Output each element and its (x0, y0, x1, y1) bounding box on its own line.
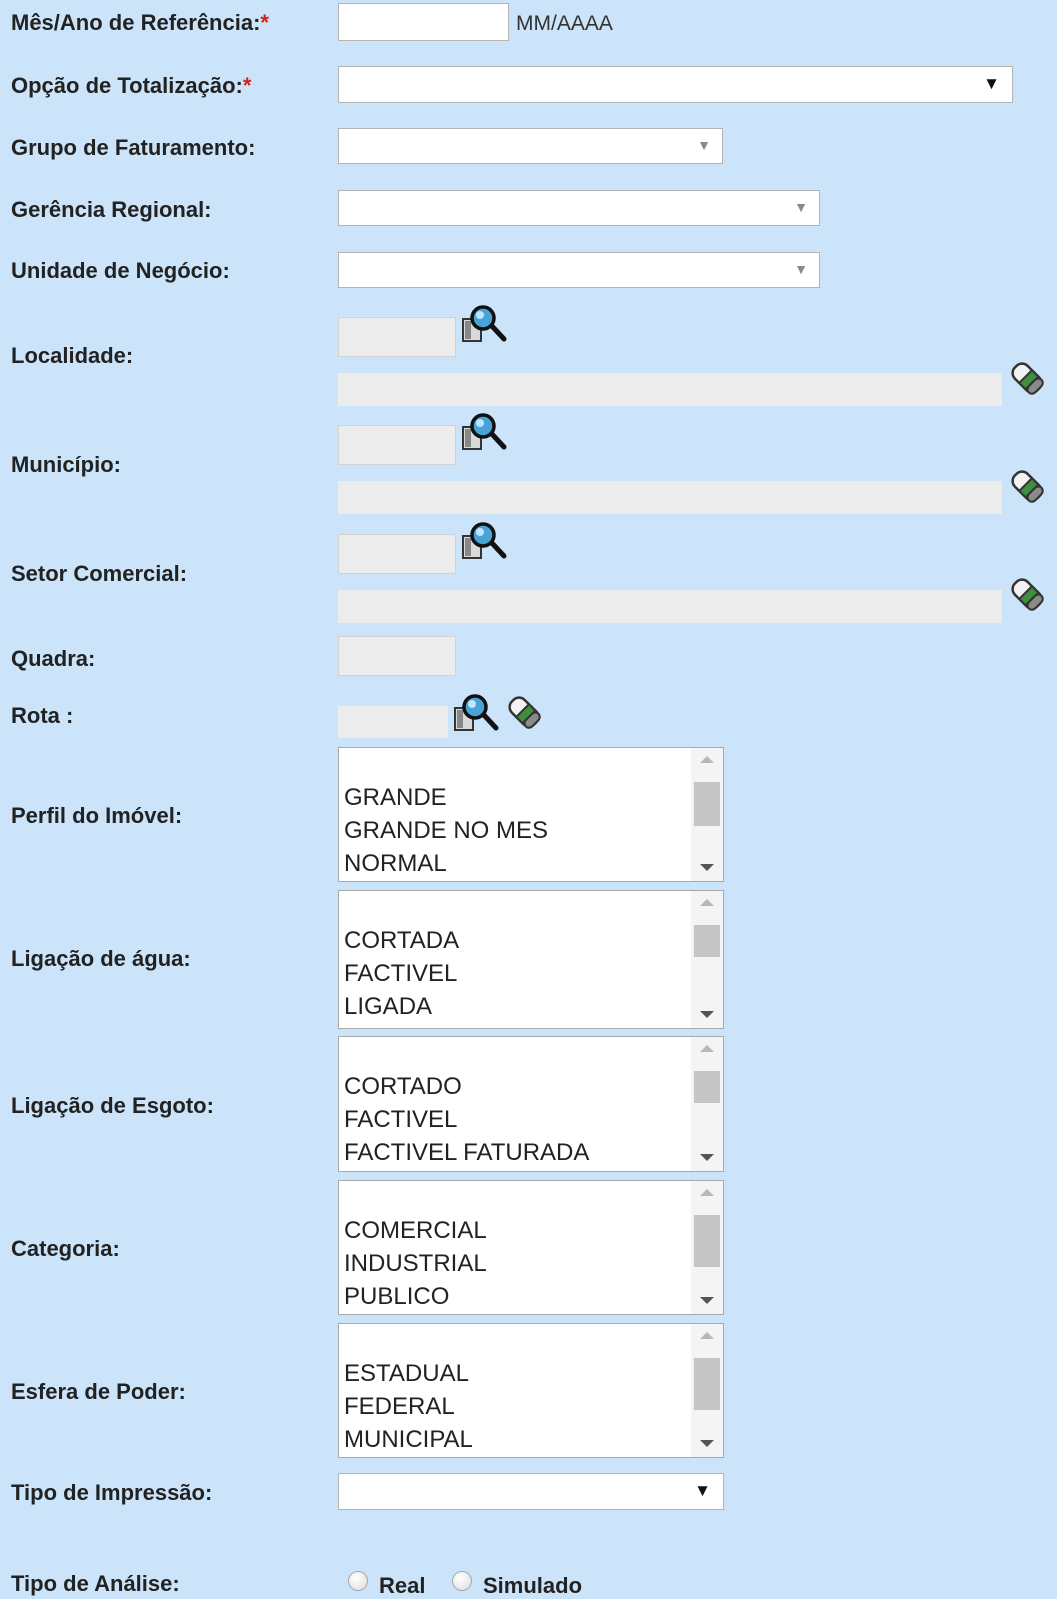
list-option[interactable]: FACTIVEL FATURADA (344, 1136, 589, 1169)
list-option[interactable]: FACTIVEL (344, 1103, 589, 1136)
categoria-label: Categoria: (11, 1236, 120, 1261)
municipio-description (338, 481, 1002, 514)
tipo-impressao-select[interactable]: ▼ (338, 1473, 724, 1510)
list-option[interactable]: PUBLICO (344, 1280, 487, 1313)
dropdown-arrow-icon: ▼ (794, 199, 808, 215)
tipo-analise-label: Tipo de Análise: (11, 1571, 180, 1596)
localidade-clear-icon[interactable] (1010, 360, 1044, 396)
scroll-down-arrow-icon[interactable] (700, 864, 714, 871)
scroll-thumb[interactable] (694, 1215, 720, 1267)
scroll-up-arrow-icon[interactable] (700, 756, 714, 763)
radio-simulado-label[interactable]: Simulado (483, 1573, 582, 1599)
mes-ano-label: Mês/Ano de Referência:* (11, 10, 269, 35)
list-option[interactable]: MUNICIPAL (344, 1423, 473, 1456)
municipio-search-icon[interactable] (461, 413, 507, 453)
perfil-imovel-label: Perfil do Imóvel: (11, 803, 183, 828)
categoria-listbox[interactable]: COMERCIAL INDUSTRIAL PUBLICO (338, 1180, 724, 1315)
scroll-down-arrow-icon[interactable] (700, 1154, 714, 1161)
opcao-totalizacao-select[interactable]: ▼ (338, 66, 1013, 103)
scroll-down-arrow-icon[interactable] (700, 1440, 714, 1447)
list-option[interactable]: INDUSTRIAL (344, 1247, 487, 1280)
rota-label: Rota : (11, 703, 74, 728)
scroll-thumb[interactable] (694, 1071, 720, 1103)
mes-ano-format-hint: MM/AAAA (516, 12, 613, 35)
municipio-label: Município: (11, 452, 121, 477)
ligacao-agua-label: Ligação de água: (11, 946, 191, 971)
radio-real[interactable] (348, 1571, 368, 1591)
quadra-input[interactable] (338, 636, 456, 676)
scroll-thumb[interactable] (694, 1358, 720, 1410)
municipio-code-input[interactable] (338, 425, 456, 465)
scroll-up-arrow-icon[interactable] (700, 1189, 714, 1196)
esfera-poder-label: Esfera de Poder: (11, 1379, 186, 1404)
list-option[interactable]: LIGADA (344, 990, 459, 1023)
rota-search-icon[interactable] (453, 694, 499, 734)
listbox-scrollbar[interactable] (691, 1037, 723, 1171)
grupo-faturamento-select[interactable]: ▼ (338, 128, 723, 164)
setor-comercial-code-input[interactable] (338, 534, 456, 574)
listbox-scrollbar[interactable] (691, 1181, 723, 1314)
ligacao-esgoto-listbox[interactable]: CORTADO FACTIVEL FACTIVEL FATURADA (338, 1036, 724, 1172)
setor-comercial-clear-icon[interactable] (1010, 576, 1044, 612)
listbox-scrollbar[interactable] (691, 748, 723, 881)
list-option[interactable]: NORMAL (344, 847, 548, 880)
required-mark: * (260, 10, 269, 35)
tipo-impressao-label: Tipo de Impressão: (11, 1480, 213, 1505)
localidade-label: Localidade: (11, 343, 134, 368)
setor-comercial-label: Setor Comercial: (11, 561, 188, 586)
list-option[interactable]: FACTIVEL (344, 957, 459, 990)
list-option[interactable]: GRANDE (344, 781, 548, 814)
list-option[interactable]: CORTADO (344, 1070, 589, 1103)
scroll-thumb[interactable] (694, 925, 720, 957)
listbox-scrollbar[interactable] (691, 891, 723, 1028)
grupo-faturamento-label: Grupo de Faturamento: (11, 135, 256, 160)
dropdown-arrow-icon: ▼ (794, 261, 808, 277)
list-option[interactable]: GRANDE NO MES (344, 814, 548, 847)
required-mark: * (242, 73, 252, 98)
dropdown-arrow-icon: ▼ (694, 1481, 711, 1500)
list-option[interactable]: CORTADA (344, 924, 459, 957)
rota-clear-icon[interactable] (507, 694, 541, 730)
rota-input[interactable] (338, 706, 448, 738)
perfil-imovel-listbox[interactable]: GRANDE GRANDE NO MES NORMAL (338, 747, 724, 882)
listbox-scrollbar[interactable] (691, 1324, 723, 1457)
list-option[interactable]: COMERCIAL (344, 1214, 487, 1247)
localidade-description (338, 373, 1002, 406)
radio-simulado[interactable] (452, 1571, 472, 1591)
scroll-thumb[interactable] (694, 782, 720, 826)
esfera-poder-listbox[interactable]: ESTADUAL FEDERAL MUNICIPAL (338, 1323, 724, 1458)
localidade-code-input[interactable] (338, 317, 456, 357)
quadra-label: Quadra: (11, 646, 96, 671)
scroll-up-arrow-icon[interactable] (700, 1045, 714, 1052)
unidade-negocio-label: Unidade de Negócio: (11, 258, 230, 283)
gerencia-regional-label: Gerência Regional: (11, 197, 212, 222)
scroll-down-arrow-icon[interactable] (700, 1011, 714, 1018)
unidade-negocio-select[interactable]: ▼ (338, 252, 820, 288)
mes-ano-input[interactable] (338, 3, 509, 41)
ligacao-agua-listbox[interactable]: CORTADA FACTIVEL LIGADA (338, 890, 724, 1029)
municipio-clear-icon[interactable] (1010, 468, 1044, 504)
setor-comercial-search-icon[interactable] (461, 522, 507, 562)
ligacao-esgoto-label: Ligação de Esgoto: (11, 1093, 214, 1118)
dropdown-arrow-icon: ▼ (983, 74, 1000, 93)
scroll-down-arrow-icon[interactable] (700, 1297, 714, 1304)
gerencia-regional-select[interactable]: ▼ (338, 190, 820, 226)
radio-real-label[interactable]: Real (379, 1573, 425, 1599)
dropdown-arrow-icon: ▼ (697, 137, 711, 153)
setor-comercial-description (338, 590, 1002, 623)
list-option[interactable]: FEDERAL (344, 1390, 473, 1423)
list-option[interactable]: ESTADUAL (344, 1357, 473, 1390)
scroll-up-arrow-icon[interactable] (700, 1332, 714, 1339)
localidade-search-icon[interactable] (461, 305, 507, 345)
scroll-up-arrow-icon[interactable] (700, 899, 714, 906)
opcao-totalizacao-label: Opção de Totalização:* (11, 73, 252, 98)
